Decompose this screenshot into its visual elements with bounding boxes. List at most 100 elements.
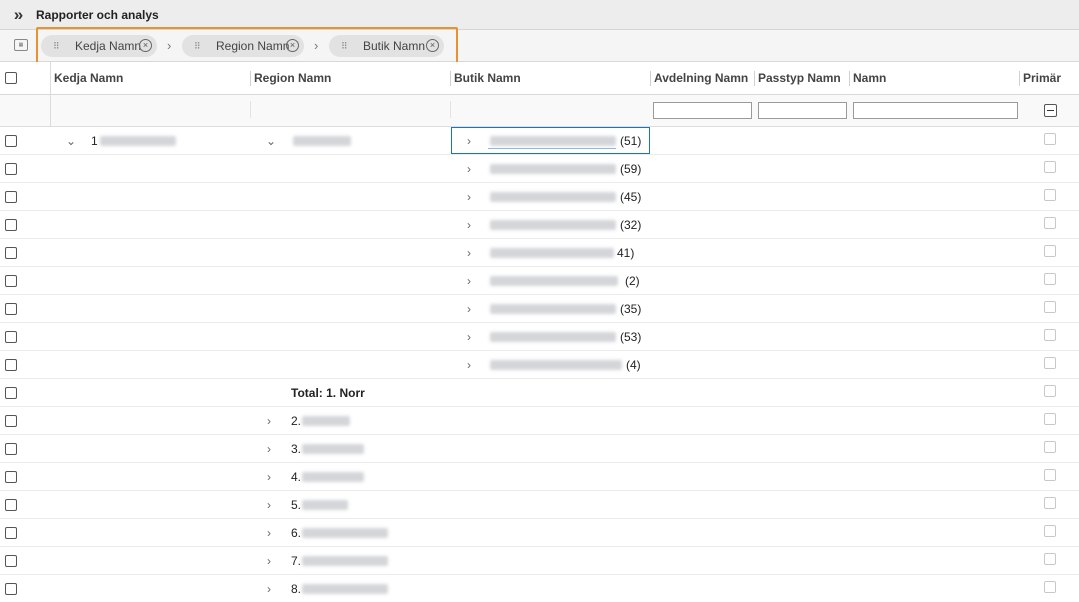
chevron-down-icon[interactable]: ⌄ (66, 127, 76, 155)
table-row[interactable]: › (35) (0, 295, 1079, 323)
column-header-primar[interactable]: Primär (1020, 62, 1061, 94)
chevron-right-icon[interactable]: › (467, 351, 471, 379)
primar-checkbox[interactable] (1044, 133, 1056, 145)
primar-checkbox[interactable] (1044, 469, 1056, 481)
row-checkbox[interactable] (5, 331, 17, 343)
primar-checkbox[interactable] (1044, 329, 1056, 341)
chevron-right-icon[interactable]: › (467, 211, 471, 239)
column-header-avdelning[interactable]: Avdelning Namn (651, 62, 748, 94)
primar-checkbox[interactable] (1044, 581, 1056, 593)
primar-checkbox[interactable] (1044, 553, 1056, 565)
chevron-right-icon[interactable]: › (267, 547, 271, 575)
primar-filter-checkbox[interactable] (1044, 104, 1057, 117)
row-checkbox[interactable] (5, 163, 17, 175)
redacted-text (490, 220, 616, 230)
primar-checkbox[interactable] (1044, 441, 1056, 453)
namn-filter-input[interactable] (853, 102, 1018, 119)
row-checkbox[interactable] (5, 499, 17, 511)
store-count: 41) (617, 246, 635, 260)
group-chip-kedja[interactable]: ⠿ Kedja Namn × (41, 35, 157, 57)
primar-checkbox[interactable] (1044, 525, 1056, 537)
row-checkbox[interactable] (5, 359, 17, 371)
select-all-checkbox[interactable] (5, 72, 17, 84)
row-checkbox[interactable] (5, 443, 17, 455)
chevron-right-icon[interactable]: › (267, 435, 271, 463)
chevron-right-icon[interactable]: › (267, 463, 271, 491)
chevron-right-icon[interactable]: › (467, 155, 471, 183)
primar-checkbox[interactable] (1044, 245, 1056, 257)
row-checkbox[interactable] (5, 135, 17, 147)
table-row[interactable]: › 6. (0, 519, 1079, 547)
remove-group-icon[interactable]: × (139, 39, 152, 52)
primar-checkbox[interactable] (1044, 189, 1056, 201)
table-row[interactable]: › 2. (0, 407, 1079, 435)
grid-header: Kedja Namn Region Namn Butik Namn Avdeln… (0, 62, 1079, 95)
primar-checkbox[interactable] (1044, 273, 1056, 285)
table-row[interactable]: › (53) (0, 323, 1079, 351)
chevron-right-icon[interactable]: › (267, 519, 271, 547)
table-row[interactable]: › 7. (0, 547, 1079, 575)
chevron-right-icon[interactable]: › (267, 575, 271, 602)
row-checkbox[interactable] (5, 471, 17, 483)
column-header-namn[interactable]: Namn (850, 62, 886, 94)
group-chip-region[interactable]: ⠿ Region Namn × (182, 35, 304, 57)
row-checkbox[interactable] (5, 415, 17, 427)
table-row[interactable]: ⌄ 1 ⌄ › (51) (0, 127, 1079, 155)
remove-group-icon[interactable]: × (286, 39, 299, 52)
column-header-passtyp[interactable]: Passtyp Namn (755, 62, 841, 94)
table-icon[interactable]: ▦ (14, 39, 28, 51)
row-checkbox[interactable] (5, 247, 17, 259)
region-group-label: 4. (291, 470, 302, 484)
chevron-right-icon[interactable]: › (467, 183, 471, 211)
remove-group-icon[interactable]: × (426, 39, 439, 52)
table-row[interactable]: › (4) (0, 351, 1079, 379)
chevron-right-icon[interactable]: › (467, 127, 471, 155)
table-row[interactable]: › 4. (0, 463, 1079, 491)
chevron-down-icon[interactable]: ⌄ (266, 127, 276, 155)
table-row[interactable]: › (59) (0, 155, 1079, 183)
table-row-total[interactable]: Total: 1. Norr (0, 379, 1079, 407)
avdelning-filter-input[interactable] (653, 102, 752, 119)
primar-checkbox[interactable] (1044, 301, 1056, 313)
redacted-text (490, 164, 616, 174)
chevron-right-icon[interactable]: › (267, 407, 271, 435)
chevron-right-icon[interactable]: › (267, 491, 271, 519)
store-count: (53) (620, 330, 642, 344)
row-checkbox[interactable] (5, 583, 17, 595)
column-header-region[interactable]: Region Namn (251, 62, 331, 94)
primar-checkbox[interactable] (1044, 413, 1056, 425)
primar-checkbox[interactable] (1044, 497, 1056, 509)
primar-checkbox[interactable] (1044, 357, 1056, 369)
table-row[interactable]: › 41) (0, 239, 1079, 267)
store-count: (4) (626, 358, 641, 372)
group-chip-butik[interactable]: ⠿ Butik Namn × (329, 35, 444, 57)
row-checkbox[interactable] (5, 219, 17, 231)
table-row[interactable]: › 8. (0, 575, 1079, 602)
row-checkbox[interactable] (5, 527, 17, 539)
drag-handle-icon[interactable]: ⠿ (194, 35, 201, 57)
table-row[interactable]: › (2) (0, 267, 1079, 295)
primar-checkbox[interactable] (1044, 217, 1056, 229)
table-row[interactable]: › 5. (0, 491, 1079, 519)
expand-sidebar-icon[interactable]: » (6, 4, 28, 26)
column-header-kedja[interactable]: Kedja Namn (51, 62, 123, 94)
table-row[interactable]: › (45) (0, 183, 1079, 211)
chevron-right-icon[interactable]: › (467, 295, 471, 323)
row-checkbox[interactable] (5, 275, 17, 287)
primar-checkbox[interactable] (1044, 385, 1056, 397)
row-checkbox[interactable] (5, 555, 17, 567)
passtyp-filter-input[interactable] (758, 102, 847, 119)
redacted-text (100, 136, 176, 146)
table-row[interactable]: › (32) (0, 211, 1079, 239)
chevron-right-icon[interactable]: › (467, 323, 471, 351)
row-checkbox[interactable] (5, 191, 17, 203)
table-row[interactable]: › 3. (0, 435, 1079, 463)
chevron-right-icon[interactable]: › (467, 267, 471, 295)
row-checkbox[interactable] (5, 303, 17, 315)
primar-checkbox[interactable] (1044, 161, 1056, 173)
column-header-butik[interactable]: Butik Namn (451, 62, 521, 94)
drag-handle-icon[interactable]: ⠿ (341, 35, 348, 57)
drag-handle-icon[interactable]: ⠿ (53, 35, 60, 57)
row-checkbox[interactable] (5, 387, 17, 399)
chevron-right-icon[interactable]: › (467, 239, 471, 267)
